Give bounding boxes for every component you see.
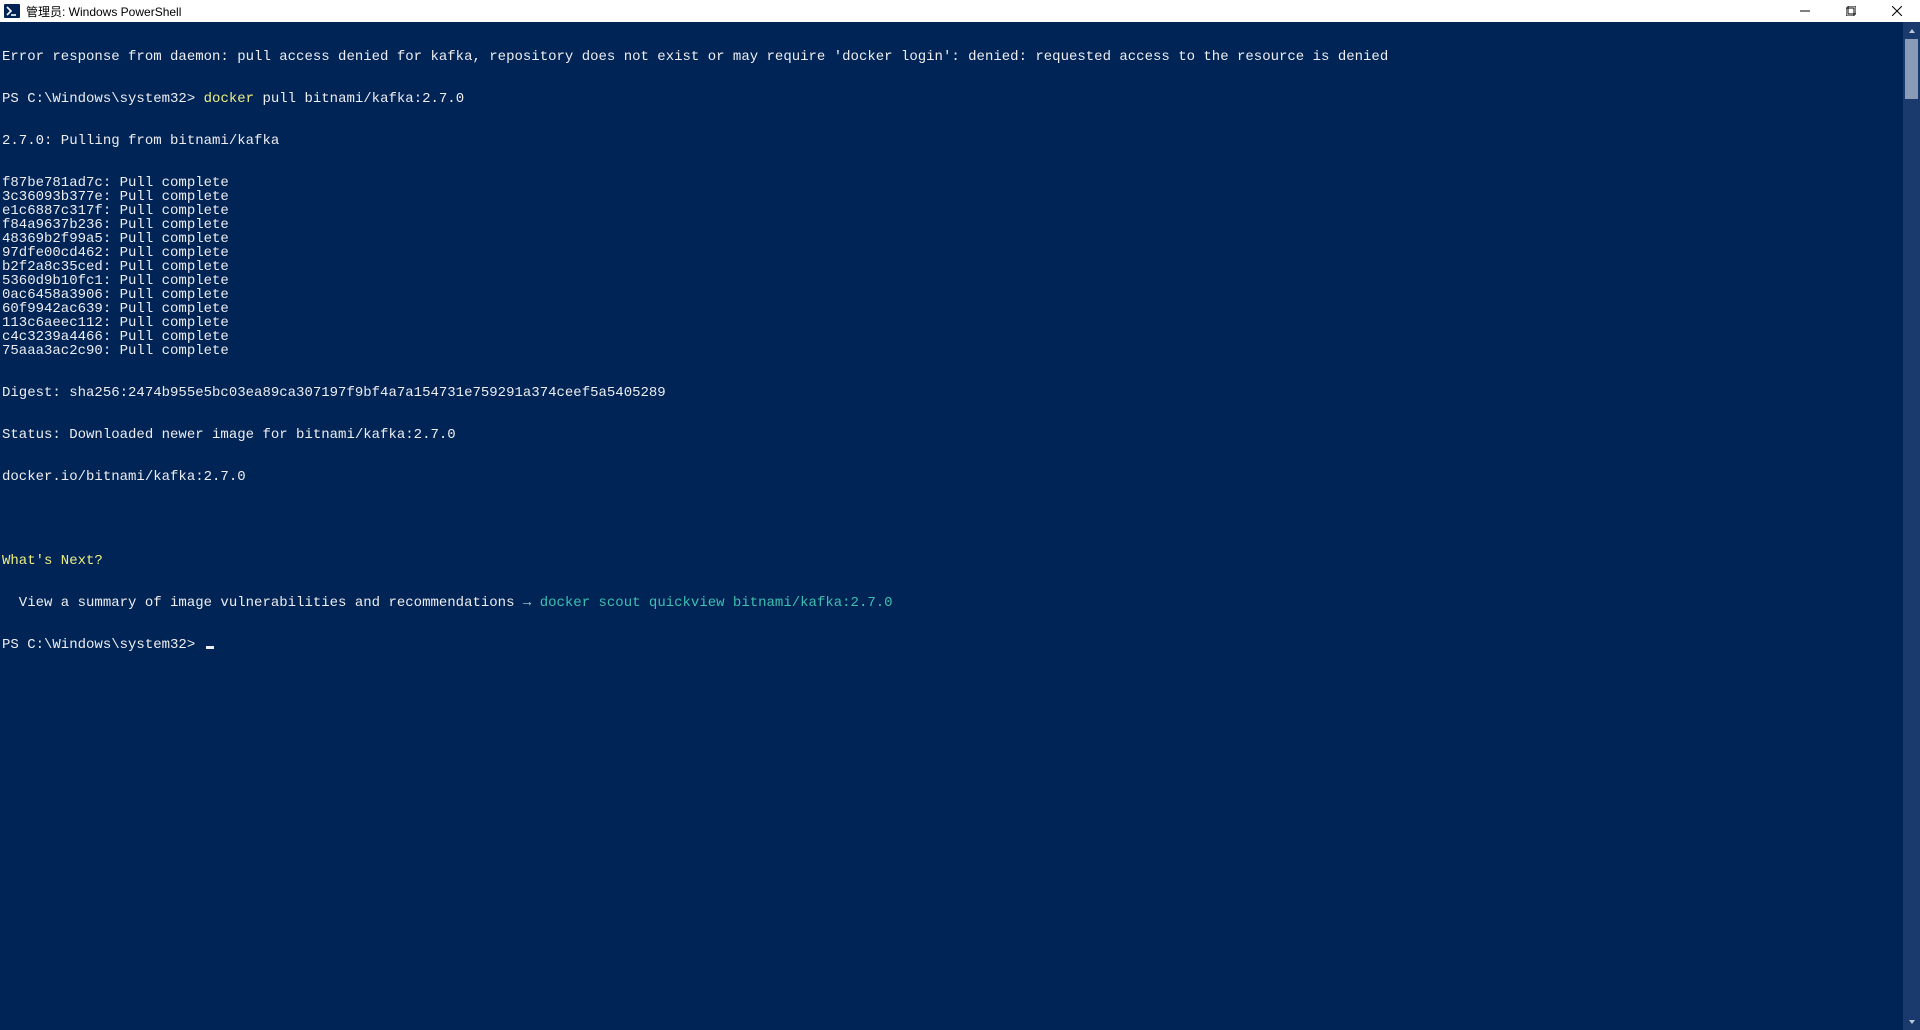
output-line: Digest: sha256:2474b955e5bc03ea89ca30719… xyxy=(2,386,1901,400)
close-button[interactable] xyxy=(1874,0,1920,22)
output-line: 5360d9b10fc1: Pull complete xyxy=(2,274,1901,288)
prompt-prefix: PS C:\Windows\system32> xyxy=(2,637,204,653)
terminal-output[interactable]: Error response from daemon: pull access … xyxy=(0,22,1903,1030)
output-line: b2f2a8c35ced: Pull complete xyxy=(2,260,1901,274)
output-line: 48369b2f99a5: Pull complete xyxy=(2,232,1901,246)
output-line: 2.7.0: Pulling from bitnami/kafka xyxy=(2,134,1901,148)
window-controls xyxy=(1782,0,1920,22)
output-line: Error response from daemon: pull access … xyxy=(2,50,1901,64)
window-title: 管理员: Windows PowerShell xyxy=(26,3,181,20)
output-line: 97dfe00cd462: Pull complete xyxy=(2,246,1901,260)
scroll-thumb[interactable] xyxy=(1905,39,1918,99)
prompt-prefix: PS C:\Windows\system32> xyxy=(2,91,204,107)
scroll-track[interactable] xyxy=(1903,39,1920,1013)
minimize-button[interactable] xyxy=(1782,0,1828,22)
powershell-icon xyxy=(4,3,20,19)
scroll-up-button[interactable] xyxy=(1903,22,1920,39)
output-line: e1c6887c317f: Pull complete xyxy=(2,204,1901,218)
output-line: 113c6aeec112: Pull complete xyxy=(2,316,1901,330)
command-rest: pull bitnami/kafka:2.7.0 xyxy=(254,91,464,107)
whats-next-heading: What's Next? xyxy=(2,554,1901,568)
output-line: 75aaa3ac2c90: Pull complete xyxy=(2,344,1901,358)
output-line: Status: Downloaded newer image for bitna… xyxy=(2,428,1901,442)
output-line: f84a9637b236: Pull complete xyxy=(2,218,1901,232)
output-line: 3c36093b377e: Pull complete xyxy=(2,190,1901,204)
titlebar-left: 管理员: Windows PowerShell xyxy=(0,3,181,20)
scroll-down-button[interactable] xyxy=(1903,1013,1920,1030)
maximize-button[interactable] xyxy=(1828,0,1874,22)
output-line: docker.io/bitnami/kafka:2.7.0 xyxy=(2,470,1901,484)
prompt-line[interactable]: PS C:\Windows\system32> xyxy=(2,638,1901,652)
client-area: Error response from daemon: pull access … xyxy=(0,22,1920,1030)
command-highlight: docker xyxy=(204,91,254,107)
cursor xyxy=(206,646,214,649)
output-line: c4c3239a4466: Pull complete xyxy=(2,330,1901,344)
recommendation-text: View a summary of image vulnerabilities … xyxy=(2,595,523,611)
output-line: 60f9942ac639: Pull complete xyxy=(2,302,1901,316)
recommendation-command: docker scout quickview bitnami/kafka:2.7… xyxy=(531,595,892,611)
recommendation-line: View a summary of image vulnerabilities … xyxy=(2,596,1901,610)
titlebar: 管理员: Windows PowerShell xyxy=(0,0,1920,22)
output-line: f87be781ad7c: Pull complete xyxy=(2,176,1901,190)
blank-line xyxy=(2,512,1901,526)
output-line: 0ac6458a3906: Pull complete xyxy=(2,288,1901,302)
vertical-scrollbar[interactable] xyxy=(1903,22,1920,1030)
prompt-line: PS C:\Windows\system32> docker pull bitn… xyxy=(2,92,1901,106)
